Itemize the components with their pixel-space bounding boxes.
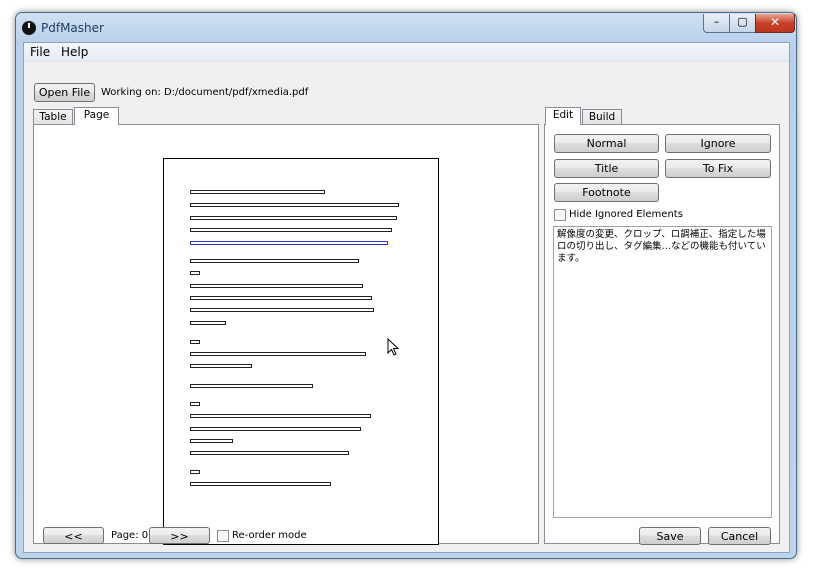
- tab-table[interactable]: Table: [33, 109, 73, 125]
- text-element[interactable]: [190, 470, 200, 474]
- text-element[interactable]: [190, 296, 372, 300]
- text-element[interactable]: [190, 364, 252, 368]
- menu-bar: File Help: [24, 43, 789, 62]
- menu-help[interactable]: Help: [61, 45, 88, 59]
- text-element[interactable]: [190, 190, 325, 194]
- working-on-label: Working on: D:/document/pdf/xmedia.pdf: [101, 87, 309, 98]
- menu-file[interactable]: File: [30, 45, 50, 59]
- prev-page-button[interactable]: <<: [43, 527, 104, 544]
- save-button[interactable]: Save: [639, 527, 701, 545]
- text-element[interactable]: [190, 321, 226, 325]
- text-element[interactable]: [190, 451, 349, 455]
- minimize-icon: –: [713, 15, 720, 28]
- text-element[interactable]: [190, 308, 374, 312]
- text-element[interactable]: [190, 352, 366, 356]
- normal-button[interactable]: Normal: [554, 134, 659, 153]
- text-element[interactable]: [190, 402, 200, 406]
- text-element[interactable]: [190, 284, 363, 288]
- close-icon: ✕: [769, 15, 781, 29]
- text-element[interactable]: [190, 482, 331, 486]
- tab-page[interactable]: Page: [74, 107, 119, 125]
- footnote-button[interactable]: Footnote: [554, 183, 659, 202]
- cancel-button[interactable]: Cancel: [708, 527, 771, 545]
- text-element[interactable]: [190, 340, 200, 344]
- hide-ignored-label: Hide Ignored Elements: [569, 209, 683, 220]
- mouse-cursor-icon: [387, 338, 400, 356]
- title-button[interactable]: Title: [554, 159, 659, 178]
- tab-edit[interactable]: Edit: [545, 107, 581, 125]
- text-element[interactable]: [190, 228, 392, 232]
- text-element[interactable]: [190, 414, 371, 418]
- edit-panel: Normal Ignore Title To Fix Footnote Hide…: [544, 124, 780, 545]
- text-element[interactable]: [190, 271, 200, 275]
- title-bar[interactable]: PdfMasher – ▢ ✕: [16, 13, 796, 43]
- window-title: PdfMasher: [41, 21, 104, 35]
- page-number-label: Page: 0: [111, 530, 149, 541]
- app-icon: [22, 21, 36, 35]
- text-element-selected[interactable]: [190, 241, 388, 245]
- text-element[interactable]: [190, 203, 399, 207]
- minimize-button[interactable]: –: [703, 14, 730, 33]
- text-element[interactable]: [190, 439, 233, 443]
- client-area: File Help Open File Working on: D:/docum…: [23, 42, 790, 553]
- close-button[interactable]: ✕: [755, 14, 795, 33]
- open-file-button[interactable]: Open File: [34, 83, 95, 102]
- next-page-button[interactable]: >>: [149, 527, 210, 544]
- tab-build[interactable]: Build: [582, 109, 622, 125]
- maximize-button[interactable]: ▢: [729, 14, 756, 33]
- reorder-mode-checkbox[interactable]: [217, 530, 229, 542]
- page-panel: << Page: 0 >> Re-order mode: [33, 124, 539, 545]
- reorder-mode-label: Re-order mode: [232, 530, 307, 541]
- to-fix-button[interactable]: To Fix: [665, 159, 771, 178]
- text-element[interactable]: [190, 427, 361, 431]
- element-text-field[interactable]: 解像度の変更、クロップ、ロ調補正、指定した場ロの切り出し、タグ編集…などの機能も…: [553, 226, 772, 518]
- hide-ignored-checkbox[interactable]: [554, 209, 566, 221]
- app-window: PdfMasher – ▢ ✕ File Help Open File Work…: [15, 12, 797, 559]
- ignore-button[interactable]: Ignore: [665, 134, 771, 153]
- text-element[interactable]: [190, 259, 359, 263]
- maximize-icon: ▢: [737, 15, 748, 28]
- text-element[interactable]: [190, 384, 313, 388]
- text-element[interactable]: [190, 216, 397, 220]
